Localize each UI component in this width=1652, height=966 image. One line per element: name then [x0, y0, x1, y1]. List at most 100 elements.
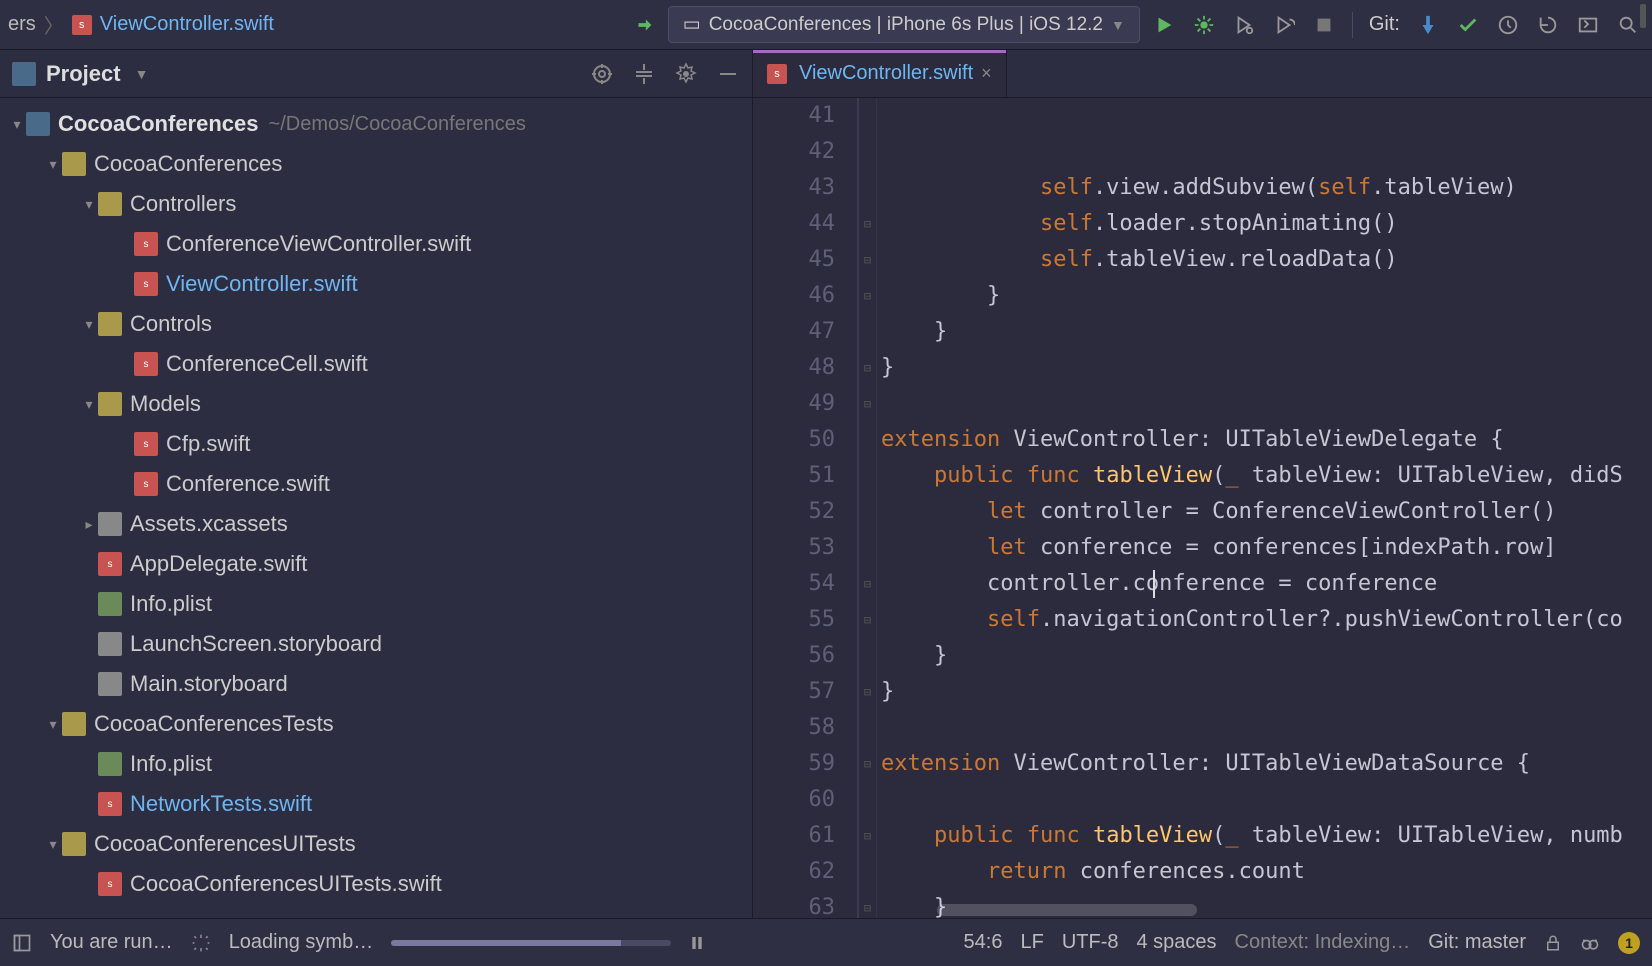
indent-settings[interactable]: 4 spaces	[1136, 931, 1216, 954]
fold-marker[interactable]: ⊟	[859, 746, 876, 782]
lock-icon[interactable]	[1544, 934, 1562, 952]
code-line[interactable]: extension ViewController: UITableViewDat…	[881, 746, 1652, 782]
tree-item[interactable]: sConference.swift	[0, 464, 752, 504]
fold-marker[interactable]: ⊟	[859, 350, 876, 386]
fold-marker[interactable]: ⊟	[859, 818, 876, 854]
tree-item[interactable]: sConferenceCell.swift	[0, 344, 752, 384]
code-line[interactable]: self.navigationController?.pushViewContr…	[881, 602, 1652, 638]
fold-marker[interactable]	[859, 638, 876, 674]
fold-marker[interactable]	[859, 710, 876, 746]
minimize-icon[interactable]	[716, 62, 740, 86]
tree-item[interactable]: ▾CocoaConferencesTests	[0, 704, 752, 744]
expand-arrow-icon[interactable]: ▾	[80, 196, 98, 213]
line-number[interactable]: 60	[753, 782, 835, 818]
line-number[interactable]: 43	[753, 170, 835, 206]
run-config-selector[interactable]: ▭ CocoaConferences | iPhone 6s Plus | iO…	[668, 6, 1140, 43]
line-number[interactable]: 52	[753, 494, 835, 530]
line-number[interactable]: 42	[753, 134, 835, 170]
expand-arrow-icon[interactable]: ▾	[44, 716, 62, 733]
fold-marker[interactable]: ⊟	[859, 386, 876, 422]
code-line[interactable]: self.view.addSubview(self.tableView)	[881, 170, 1652, 206]
line-separator[interactable]: LF	[1020, 931, 1043, 954]
fold-marker[interactable]	[859, 422, 876, 458]
tree-item[interactable]: sConferenceViewController.swift	[0, 224, 752, 264]
expand-arrow-icon[interactable]: ▾	[44, 156, 62, 173]
breadcrumb[interactable]: ers 〉 s ViewController.swift	[8, 10, 274, 39]
fold-marker[interactable]	[859, 494, 876, 530]
line-number[interactable]: 62	[753, 854, 835, 890]
expand-arrow-icon[interactable]: ▸	[80, 516, 98, 533]
tree-root[interactable]: ▾ CocoaConferences ~/Demos/CocoaConferen…	[0, 104, 752, 144]
tree-item[interactable]: Info.plist	[0, 584, 752, 624]
fold-marker[interactable]	[859, 854, 876, 890]
code-line[interactable]: let conference = conferences[indexPath.r…	[881, 530, 1652, 566]
code-line[interactable]	[881, 710, 1652, 746]
code-line[interactable]: }	[881, 638, 1652, 674]
tree-item[interactable]: sNetworkTests.swift	[0, 784, 752, 824]
fold-marker[interactable]: ⊟	[859, 206, 876, 242]
code-line[interactable]: extension ViewController: UITableViewDel…	[881, 422, 1652, 458]
code-line[interactable]: }	[881, 278, 1652, 314]
memory-indicator-icon[interactable]	[1580, 933, 1600, 953]
cursor-position[interactable]: 54:6	[964, 931, 1003, 954]
collapse-all-icon[interactable]	[632, 62, 656, 86]
tree-item[interactable]: sAppDelegate.swift	[0, 544, 752, 584]
stop-button[interactable]	[1308, 9, 1340, 41]
profile-button[interactable]	[1268, 9, 1300, 41]
breadcrumb-file[interactable]: ViewController.swift	[100, 13, 274, 36]
code-line[interactable]: controller.conference = conference	[881, 566, 1652, 602]
line-number[interactable]: 59	[753, 746, 835, 782]
file-encoding[interactable]: UTF-8	[1062, 931, 1119, 954]
notifications-badge[interactable]: 1	[1618, 932, 1640, 954]
editor-tab[interactable]: s ViewController.swift ×	[753, 50, 1007, 97]
fold-marker[interactable]	[859, 782, 876, 818]
fold-marker[interactable]	[859, 98, 876, 134]
breadcrumb-part[interactable]: ers	[8, 13, 36, 36]
build-icon[interactable]	[628, 9, 660, 41]
code-line[interactable]: let controller = ConferenceViewControlle…	[881, 494, 1652, 530]
fold-marker[interactable]: ⊟	[859, 242, 876, 278]
tree-item[interactable]: ▾CocoaConferencesUITests	[0, 824, 752, 864]
status-bar-toggle-icon[interactable]	[12, 933, 32, 953]
close-tab-icon[interactable]: ×	[981, 63, 992, 84]
locate-file-icon[interactable]	[590, 62, 614, 86]
coverage-button[interactable]	[1228, 9, 1260, 41]
tree-item[interactable]: ▾Models	[0, 384, 752, 424]
debug-button[interactable]	[1188, 9, 1220, 41]
code-content[interactable]: self.view.addSubview(self.tableView) sel…	[877, 98, 1652, 918]
line-number[interactable]: 49	[753, 386, 835, 422]
expand-arrow-icon[interactable]: ▾	[80, 316, 98, 333]
line-number[interactable]: 58	[753, 710, 835, 746]
code-line[interactable]: return conferences.count	[881, 854, 1652, 890]
fold-marker[interactable]	[859, 170, 876, 206]
tree-item[interactable]: sViewController.swift	[0, 264, 752, 304]
code-line[interactable]: }	[881, 674, 1652, 710]
vcs-history-button[interactable]	[1492, 9, 1524, 41]
tree-item[interactable]: Info.plist	[0, 744, 752, 784]
line-number[interactable]: 61	[753, 818, 835, 854]
line-number[interactable]: 57	[753, 674, 835, 710]
code-line[interactable]	[881, 782, 1652, 818]
line-number[interactable]: 50	[753, 422, 835, 458]
chevron-down-icon[interactable]: ▼	[135, 66, 149, 82]
line-number[interactable]: 46	[753, 278, 835, 314]
line-number[interactable]: 54	[753, 566, 835, 602]
fold-marker[interactable]	[859, 458, 876, 494]
run-button[interactable]	[1148, 9, 1180, 41]
fold-gutter[interactable]: ⊟⊟⊟⊟⊟⊟⊟⊟⊟⊟⊟	[859, 98, 877, 918]
line-number[interactable]: 56	[753, 638, 835, 674]
fold-marker[interactable]: ⊟	[859, 602, 876, 638]
tree-item[interactable]: LaunchScreen.storyboard	[0, 624, 752, 664]
code-line[interactable]: public func tableView(_ tableView: UITab…	[881, 458, 1652, 494]
horizontal-scrollbar[interactable]	[937, 904, 1197, 916]
fold-marker[interactable]	[859, 530, 876, 566]
project-tree[interactable]: ▾ CocoaConferences ~/Demos/CocoaConferen…	[0, 98, 752, 918]
line-number[interactable]: 45	[753, 242, 835, 278]
expand-arrow-icon[interactable]: ▾	[80, 396, 98, 413]
code-line[interactable]: }	[881, 314, 1652, 350]
line-number[interactable]: 63	[753, 890, 835, 918]
progress-pause-icon[interactable]	[689, 935, 705, 951]
editor-column-toggle-icon[interactable]	[1640, 4, 1646, 28]
expand-arrow-icon[interactable]: ▾	[8, 116, 26, 133]
line-number[interactable]: 53	[753, 530, 835, 566]
